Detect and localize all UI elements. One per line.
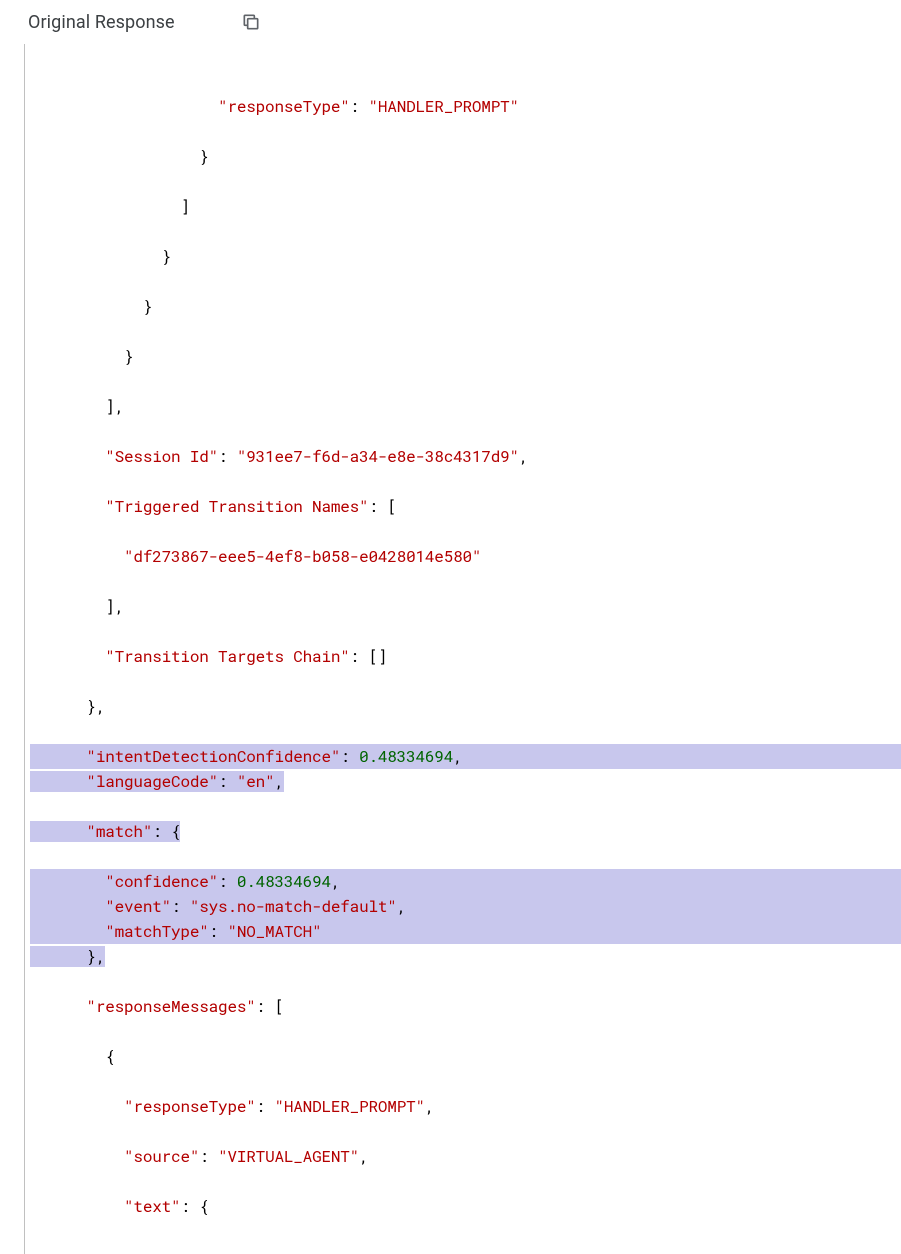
code-line: "responseMessages": [ [30,994,901,1019]
copy-icon [241,12,261,32]
code-line: "responseType": "HANDLER_PROMPT" [30,94,901,119]
code-line-highlighted: "languageCode": "en", [30,769,901,794]
code-line: ], [30,394,901,419]
code-line: { [30,1044,901,1069]
code-line-highlighted: "event": "sys.no-match-default", [30,894,901,919]
json-code-block: "responseType": "HANDLER_PROMPT" } ] } }… [0,44,901,1244]
code-line: "source": "VIRTUAL_AGENT", [30,1144,901,1169]
code-line: "responseType": "HANDLER_PROMPT", [30,1094,901,1119]
panel-header: Original Response [0,0,901,44]
code-line: }, [30,694,901,719]
code-line: } [30,244,901,269]
code-line: } [30,294,901,319]
code-line: "text": { [30,1194,901,1219]
code-line: "df273867-eee5-4ef8-b058-e0428014e580" [30,544,901,569]
copy-button[interactable] [239,10,263,34]
code-line-highlighted: "confidence": 0.48334694, [30,869,901,894]
code-line: "Session Id": "931ee7-f6d-a34-e8e-38c431… [30,444,901,469]
panel-title: Original Response [28,12,175,33]
code-line: } [30,144,901,169]
code-line: } [30,344,901,369]
code-line-highlighted: "match": { [30,819,901,844]
code-line: "Transition Targets Chain": [] [30,644,901,669]
code-border [24,44,25,1254]
code-line: ], [30,594,901,619]
code-line: "Triggered Transition Names": [ [30,494,901,519]
code-line-highlighted: }, [30,944,901,969]
code-line-highlighted: "matchType": "NO_MATCH" [30,919,901,944]
code-line-highlighted: "intentDetectionConfidence": 0.48334694, [30,744,901,769]
code-line: ] [30,194,901,219]
